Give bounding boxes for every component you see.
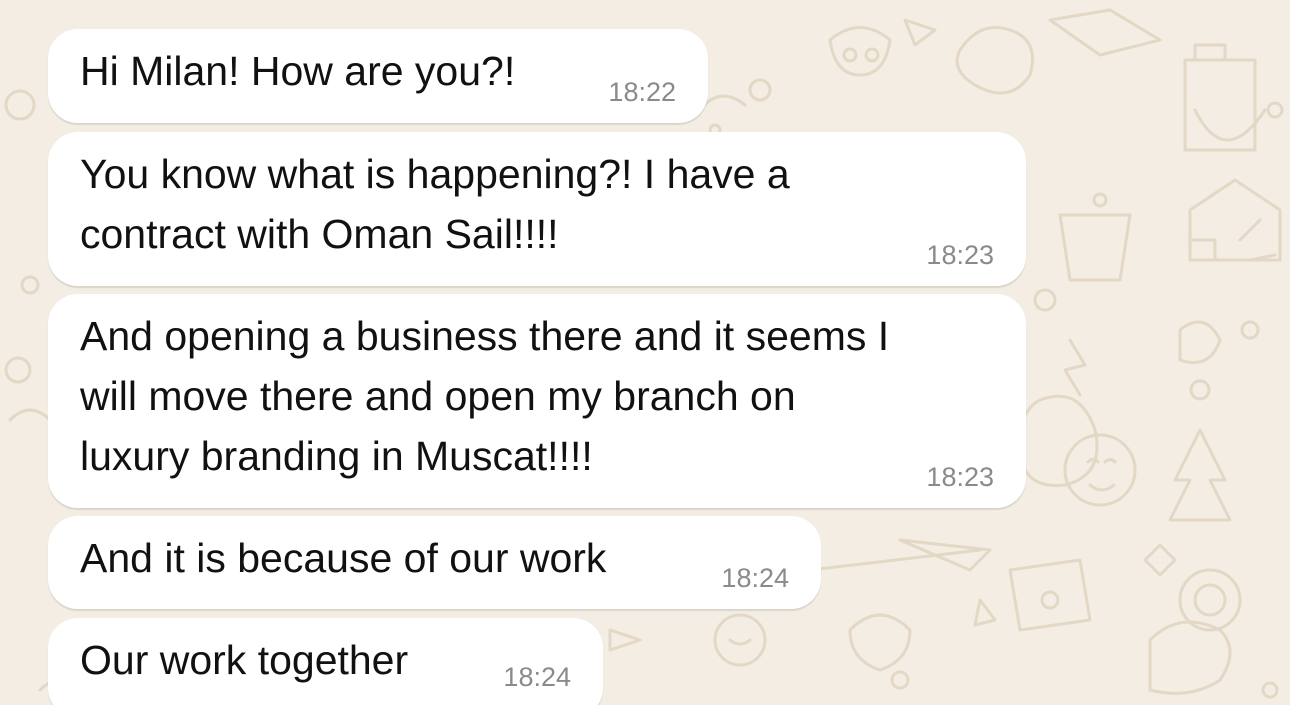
incoming-message-bubble[interactable]: And it is because of our work 18:24 <box>48 516 821 609</box>
incoming-message-bubble[interactable]: You know what is happening?! I have a co… <box>48 132 1026 286</box>
message-timestamp: 18:22 <box>608 77 676 107</box>
message-timestamp: 18:24 <box>721 563 789 593</box>
chat-message-list: Hi Milan! How are you?! 18:22 You know w… <box>0 0 1290 705</box>
message-text: And it is because of our work <box>80 535 607 581</box>
incoming-message-bubble[interactable]: Hi Milan! How are you?! 18:22 <box>48 29 708 123</box>
incoming-message-bubble[interactable]: Our work together 18:24 <box>48 618 603 705</box>
message-timestamp: 18:23 <box>926 462 994 492</box>
incoming-message-bubble[interactable]: And opening a business there and it seem… <box>48 294 1026 508</box>
message-timestamp: 18:23 <box>926 240 994 270</box>
message-timestamp: 18:24 <box>503 662 571 692</box>
message-text: You know what is happening?! I have a co… <box>80 151 790 257</box>
message-text: Our work together <box>80 637 409 683</box>
message-text: And opening a business there and it seem… <box>80 313 890 479</box>
message-text: Hi Milan! How are you?! <box>80 48 516 94</box>
